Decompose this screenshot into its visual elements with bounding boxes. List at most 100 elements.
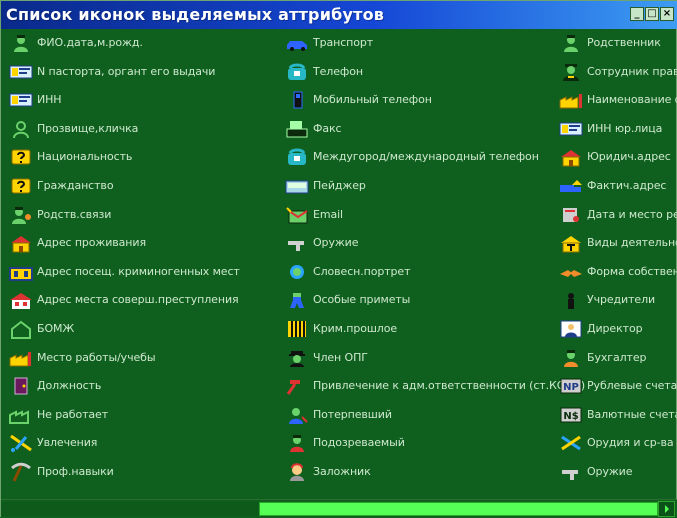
close-button[interactable]: × (660, 7, 674, 21)
attribute-item[interactable]: Родственник (558, 29, 661, 57)
attribute-item[interactable]: Учредители (558, 286, 655, 314)
attribute-item[interactable]: Привлечение к адм.ответственности (ст.КО… (284, 372, 585, 400)
prison-bars-icon (284, 319, 310, 339)
attribute-item[interactable]: Крим.прошлое (284, 315, 397, 343)
attribute-item[interactable]: Особые приметы (284, 286, 410, 314)
pager-icon (284, 176, 310, 196)
attribute-label: Орудия и ср-ва сове (587, 436, 677, 449)
attribute-item[interactable]: Дата и место регис (558, 201, 677, 229)
person-icon (8, 33, 34, 53)
attribute-label: Фактич.адрес (587, 179, 667, 192)
attribute-label: Адрес посещ. криминогенных мест (37, 265, 240, 278)
attribute-label: Адрес места соверш.преступления (37, 293, 239, 306)
founder-icon (558, 290, 584, 310)
attribute-item[interactable]: Словесн.портрет (284, 258, 411, 286)
attribute-label: ФИО.дата,м.рожд. (37, 36, 143, 49)
attribute-label: Проф.навыки (37, 465, 114, 478)
attribute-item[interactable]: Email (284, 201, 343, 229)
attribute-item[interactable]: Увлечения (8, 429, 97, 457)
question-icon (8, 147, 34, 167)
portrait-icon (284, 262, 310, 282)
attribute-item[interactable]: Транспорт (284, 29, 373, 57)
svg-text:NP: NP (563, 382, 579, 393)
attribute-item[interactable]: Юридич.адрес (558, 143, 671, 171)
attribute-item[interactable]: Проф.навыки (8, 458, 114, 486)
mobile-phone-icon (284, 90, 310, 110)
attribute-label: Прозвище,кличка (37, 122, 139, 135)
attribute-item[interactable]: Сотрудник правоохр (558, 58, 677, 86)
car-icon (284, 33, 310, 53)
maximize-button[interactable]: □ (645, 7, 659, 21)
attribute-item[interactable]: N пастopта, оргaнт его выдачи (8, 58, 215, 86)
attribute-item[interactable]: Подозреваемый (284, 429, 405, 457)
officer-icon (558, 62, 584, 82)
arrow-right-icon (664, 505, 669, 513)
activity-icon (558, 233, 584, 253)
attribute-item[interactable]: ИНН (8, 86, 62, 114)
attribute-label: Валютные счета (587, 408, 677, 421)
attribute-item[interactable]: Прозвище,кличка (8, 115, 138, 143)
attribute-item[interactable]: Оружие (284, 229, 358, 257)
attribute-item[interactable]: Форма собственно (558, 258, 677, 286)
attribute-item[interactable]: Факс (284, 115, 342, 143)
attribute-item[interactable]: Потерпевший (284, 401, 392, 429)
attribute-item[interactable]: Должность (8, 372, 101, 400)
title-bar[interactable]: Список иконок выделяемых аттрибутов _ □ … (1, 1, 677, 29)
attribute-item[interactable]: Место работы/учебы (8, 344, 156, 372)
horizontal-scrollbar[interactable] (1, 499, 677, 518)
attribute-item[interactable]: ФИО.дата,м.рожд. (8, 29, 143, 57)
attribute-label: Подозреваемый (313, 436, 405, 449)
victim-icon (284, 405, 310, 425)
body-marks-icon (284, 290, 310, 310)
attribute-item[interactable]: NP Рублевые счета (558, 372, 677, 400)
attribute-item[interactable]: Национальность (8, 143, 132, 171)
attribute-item[interactable]: Заложник (284, 458, 371, 486)
attribute-item[interactable]: Мобильный телефон (284, 86, 432, 114)
attribute-item[interactable]: Гражданство (8, 172, 114, 200)
factory-icon (8, 348, 34, 368)
attribute-item[interactable]: Междугород/международный телефон (284, 143, 539, 171)
attribute-label: ИНН юр.лица (587, 122, 663, 135)
attribute-label: БОМЖ (37, 322, 75, 335)
attribute-item[interactable]: ИНН юр.лица (558, 115, 662, 143)
attribute-label: Директор (587, 322, 643, 335)
crime-house-icon (8, 290, 34, 310)
attribute-item[interactable]: Оружие (558, 458, 632, 486)
scrollbar-thumb[interactable] (259, 502, 658, 516)
attribute-item[interactable]: N$ Валютные счета (558, 401, 677, 429)
minimize-button[interactable]: _ (630, 7, 644, 21)
attribute-label: Учредители (587, 293, 656, 306)
attribute-item[interactable]: Адрес проживания (8, 229, 146, 257)
attribute-label: Юридич.адрес (587, 150, 671, 163)
attribute-label: Член ОПГ (313, 351, 368, 364)
attribute-item[interactable]: Пейджер (284, 172, 366, 200)
attribute-item[interactable]: БОМЖ (8, 315, 74, 343)
attribute-label: Потерпевший (313, 408, 392, 421)
attribute-label: Словесн.портрет (313, 265, 411, 278)
hammer-icon (284, 376, 310, 396)
attribute-item[interactable]: Адрес посещ. криминогенных мест (8, 258, 240, 286)
attribute-item[interactable]: Телефон (284, 58, 363, 86)
attribute-item[interactable]: Директор (558, 315, 643, 343)
house-icon (8, 233, 34, 253)
attribute-item[interactable]: Орудия и ср-ва сове (558, 429, 677, 457)
director-icon (558, 319, 584, 339)
attribute-item[interactable]: Не работает (8, 401, 108, 429)
email-icon (284, 205, 310, 225)
attribute-item[interactable]: Бухгалтер (558, 344, 646, 372)
attribute-label: N пастopта, оргaнт его выдачи (37, 65, 216, 78)
attribute-item[interactable]: Член ОПГ (284, 344, 368, 372)
attribute-item[interactable]: Виды деятельности (558, 229, 677, 257)
attribute-item[interactable]: Наименование орга (558, 86, 677, 114)
organization-icon (558, 90, 584, 110)
attribute-label: Наименование орга (587, 93, 677, 106)
attribute-label: Email (313, 208, 344, 221)
attribute-item[interactable]: Родств.связи (8, 201, 111, 229)
attribute-label: Сотрудник правоохр (587, 65, 677, 78)
attribute-item[interactable]: Адрес места соверш.преступления (8, 286, 239, 314)
house-icon (558, 147, 584, 167)
door-icon (8, 376, 34, 396)
attribute-label: Бухгалтер (587, 351, 647, 364)
attribute-item[interactable]: Фактич.адрес (558, 172, 666, 200)
scroll-right-button[interactable] (658, 501, 675, 517)
